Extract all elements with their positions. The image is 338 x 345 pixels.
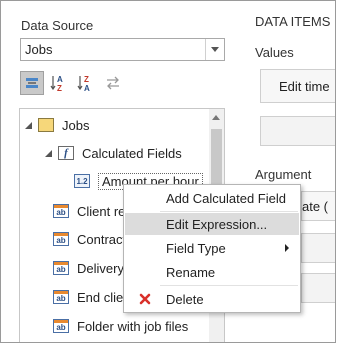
menu-separator xyxy=(160,211,298,212)
text-field-icon-text: ab xyxy=(56,208,66,217)
sort-za-button[interactable]: Z A xyxy=(74,71,98,95)
menu-item-label: Rename xyxy=(166,264,216,280)
menu-item-add-calculated-field[interactable]: Add Calculated Field xyxy=(125,187,299,209)
menu-item-label: Field Type xyxy=(166,240,226,256)
svg-text:A: A xyxy=(84,84,90,92)
text-field-icon: ab xyxy=(53,319,69,333)
menu-item-rename[interactable]: Rename xyxy=(125,261,299,283)
menu-item-label: Add Calculated Field xyxy=(166,190,286,206)
datasource-icon xyxy=(38,118,54,132)
tree-node-calculated-fields[interactable]: f Calculated Fields xyxy=(45,143,182,163)
tree-field-label: Folder with job files xyxy=(77,318,189,334)
svg-text:Z: Z xyxy=(84,75,89,84)
tree-field-item[interactable]: ab Folder with job files xyxy=(53,316,188,336)
group-view-button[interactable] xyxy=(20,71,44,95)
chevron-down-icon xyxy=(211,47,219,52)
calculated-number-icon-text: 1.2 xyxy=(76,176,88,186)
dropdown-arrow-button[interactable] xyxy=(205,39,224,60)
text-field-icon-text: ab xyxy=(56,294,66,303)
list-view-icon xyxy=(26,78,38,88)
text-field-icon-text: ab xyxy=(56,323,66,332)
delete-x-icon xyxy=(139,293,151,305)
sort-az-button[interactable]: A Z xyxy=(47,71,71,95)
data-source-combo[interactable]: Jobs xyxy=(20,38,225,61)
edit-time-button[interactable]: Edit time xyxy=(260,69,335,103)
function-icon-text: f xyxy=(64,147,68,159)
argument-item-label: ate ( xyxy=(302,199,329,214)
edit-time-button-label: Edit time xyxy=(279,79,330,94)
data-items-header: DATA ITEMS xyxy=(255,14,331,29)
tree-field-label: Client ref xyxy=(77,203,130,219)
data-source-value: Jobs xyxy=(25,42,53,57)
sort-ascending-icon: A Z xyxy=(50,75,63,92)
argument-item-button[interactable]: ate ( xyxy=(301,191,335,221)
expanded-caret-icon[interactable] xyxy=(25,121,32,129)
menu-item-label: Edit Expression... xyxy=(166,216,268,232)
text-field-icon-text: ab xyxy=(56,236,66,245)
expanded-caret-icon[interactable] xyxy=(45,149,52,157)
menu-item-label: Delete xyxy=(166,291,204,307)
svg-text:A: A xyxy=(57,75,63,84)
tree-node-root[interactable]: Jobs xyxy=(25,115,89,135)
tree-node-calculated-fields-label: Calculated Fields xyxy=(82,145,182,161)
menu-item-field-type[interactable]: Field Type xyxy=(125,237,299,259)
swap-arrows-icon xyxy=(107,76,119,90)
sort-descending-icon: Z A xyxy=(77,75,90,92)
svg-text:Z: Z xyxy=(57,84,62,92)
text-field-icon: ab xyxy=(53,290,69,304)
values-label: Values xyxy=(255,45,294,60)
text-field-icon: ab xyxy=(53,204,69,218)
submenu-arrow-icon xyxy=(285,244,289,252)
series-drop-area[interactable] xyxy=(301,273,335,303)
text-field-icon-text: ab xyxy=(56,265,66,274)
menu-item-edit-expression[interactable]: Edit Expression... xyxy=(125,213,299,235)
scroll-up-icon[interactable] xyxy=(212,115,220,120)
text-field-icon: ab xyxy=(53,232,69,246)
window-frame: Data Source Jobs A Z Z A Jobs f Calculat… xyxy=(0,0,336,343)
calculated-number-icon: 1.2 xyxy=(74,174,90,188)
data-source-label: Data Source xyxy=(21,18,94,33)
tree-node-root-label: Jobs xyxy=(62,117,90,133)
menu-separator xyxy=(160,285,298,286)
values-drop-area[interactable] xyxy=(260,116,335,146)
context-menu: Add Calculated Field Edit Expression... … xyxy=(123,184,301,313)
text-field-icon: ab xyxy=(53,261,69,275)
argument-drop-area[interactable] xyxy=(301,233,335,263)
function-icon: f xyxy=(58,146,74,160)
argument-label: Argument xyxy=(255,167,312,182)
tree-field-item[interactable]: ab End client xyxy=(53,287,134,307)
refresh-fields-button[interactable] xyxy=(101,71,125,95)
menu-item-delete[interactable]: Delete xyxy=(125,288,299,310)
tree-field-item[interactable]: ab Client ref xyxy=(53,201,129,221)
